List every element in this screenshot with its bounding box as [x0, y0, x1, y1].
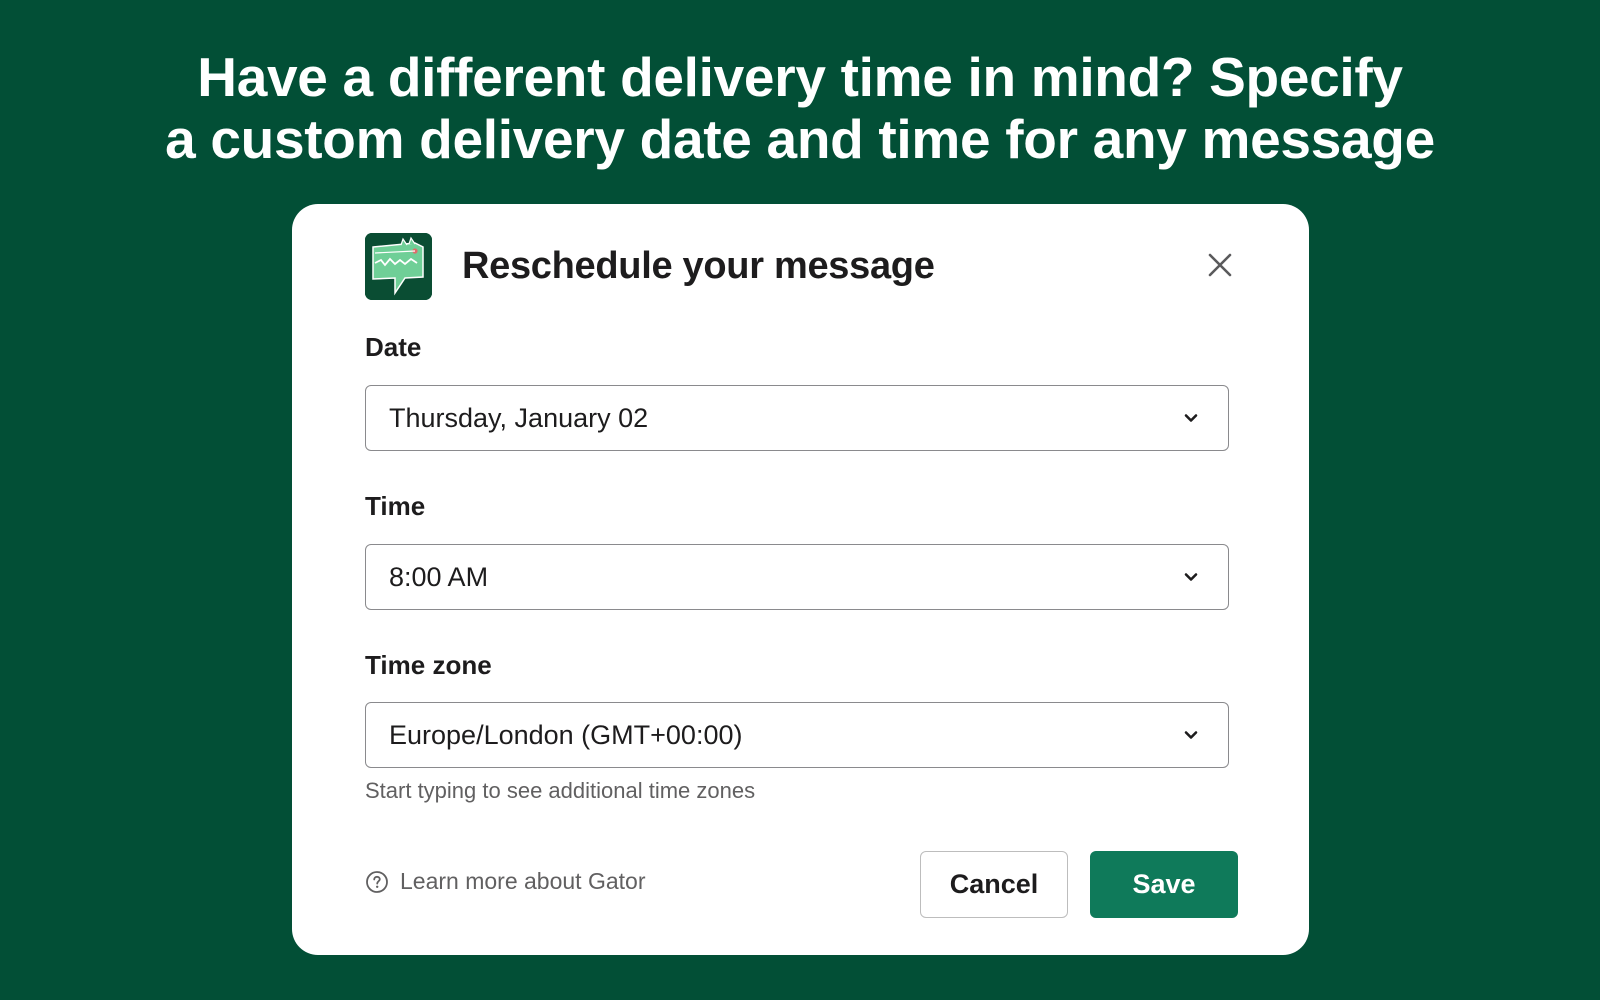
close-button[interactable] [1203, 248, 1237, 282]
date-value: Thursday, January 02 [389, 402, 649, 433]
headline-line-2: a custom delivery date and time for any … [165, 108, 1435, 170]
cancel-button[interactable]: Cancel [920, 851, 1068, 918]
date-select[interactable]: Thursday, January 02 [365, 385, 1229, 451]
headline: Have a different delivery time in mind? … [0, 46, 1600, 170]
time-value: 8:00 AM [389, 561, 489, 592]
reschedule-modal: Reschedule your message Date Thursday, J… [292, 204, 1309, 955]
modal-header: Reschedule your message [365, 233, 935, 300]
learn-more-label: Learn more about Gator [400, 868, 646, 894]
time-label: Time [365, 491, 426, 521]
gator-app-icon [365, 233, 432, 300]
timezone-value: Europe/London (GMT+00:00) [389, 719, 743, 750]
timezone-select[interactable]: Europe/London (GMT+00:00) [365, 702, 1229, 768]
chevron-down-icon [1184, 573, 1198, 581]
learn-more-link[interactable]: Learn more about Gator [365, 868, 645, 895]
save-button[interactable]: Save [1090, 851, 1238, 918]
timezone-label: Time zone [365, 650, 492, 680]
time-select[interactable]: 8:00 AM [365, 544, 1229, 610]
timezone-hint: Start typing to see additional time zone… [365, 778, 756, 803]
help-circle-icon [366, 870, 388, 893]
modal-title: Reschedule your message [462, 245, 935, 287]
headline-line-1: Have a different delivery time in mind? … [197, 46, 1403, 108]
chevron-down-icon [1184, 414, 1198, 422]
close-icon [1208, 253, 1232, 277]
chevron-down-icon [1184, 731, 1198, 739]
date-label: Date [365, 332, 422, 362]
